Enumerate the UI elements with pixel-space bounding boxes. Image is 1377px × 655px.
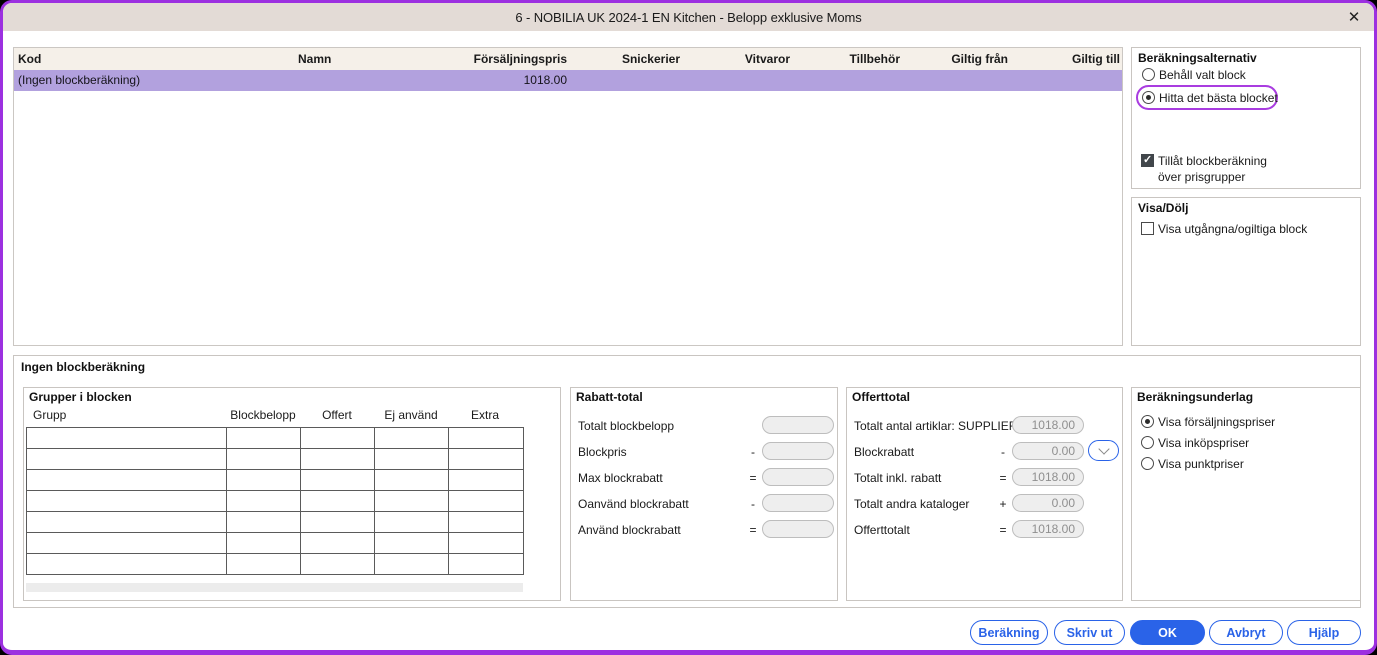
radio-icon [1141,436,1154,449]
checkbox-tillat-blockberakning[interactable]: Tillåt blockberäkning [1141,153,1267,168]
radio-icon [1141,457,1154,470]
col-header-forsaljningspris: Försäljningspris [473,52,567,66]
radio-selected-icon [1142,91,1155,104]
table-row [26,511,524,533]
checkbox-visa-utgangna[interactable]: Visa utgångna/ogiltiga block [1141,222,1307,236]
grp-col-extra: Extra [470,408,499,422]
block-list-header: Kod Namn Försäljningspris Snickerier Vit… [14,48,1122,70]
calculation-options-box: Beräkningsalternativ Behåll valt block H… [1131,47,1361,189]
close-icon[interactable]: ✕ [1344,7,1364,27]
offert-row-op: = [999,471,1007,485]
avbryt-button[interactable]: Avbryt [1209,620,1283,645]
offert-row-label: Offerttotalt [854,523,910,537]
table-row [26,553,524,575]
rabatt-row-label: Blockpris [578,445,627,459]
checkbox-unchecked-icon [1141,222,1154,235]
rabatt-row-op: - [751,445,755,459]
dialog-window: 6 - NOBILIA UK 2024-1 EN Kitchen - Belop… [0,0,1377,655]
offert-row-op: + [999,497,1007,511]
offerttotal-title: Offerttotal [852,390,910,404]
col-header-vitvaror: Vitvaror [744,52,790,66]
radio-visa-inkopspriser[interactable]: Visa inköpspriser [1141,436,1249,450]
block-list: Kod Namn Försäljningspris Snickerier Vit… [13,47,1123,346]
grp-col-offert: Offert [322,408,352,422]
title-bar: 6 - NOBILIA UK 2024-1 EN Kitchen - Belop… [3,3,1374,31]
table-row [26,490,524,512]
offert-field-totalt-inkl-rabatt: 1018.00 [1012,468,1084,486]
groups-title: Grupper i blocken [29,390,132,404]
groups-table-scrollbar[interactable] [26,583,523,592]
row-kod-value: (Ingen blockberäkning) [18,73,141,87]
radio-hitta-det-basta-blocket[interactable]: Hitta det bästa blocket [1142,91,1278,105]
grp-col-blockbelopp: Blockbelopp [230,408,296,422]
col-header-giltig-till: Giltig till [1072,52,1120,66]
col-header-giltig-fran: Giltig från [951,52,1008,66]
rabatt-field-anvand-blockrabatt [762,520,834,538]
rabatt-row-op: = [749,523,757,537]
grp-col-ej-anvand: Ej använd [384,408,438,422]
dialog-title: 6 - NOBILIA UK 2024-1 EN Kitchen - Belop… [515,9,862,25]
table-row [26,469,524,491]
show-hide-title: Visa/Dölj [1138,201,1189,215]
col-header-tillbehor: Tillbehör [849,52,900,66]
offert-field-blockrabatt: 0.00 [1012,442,1084,460]
rabatt-row-label: Max blockrabatt [578,471,663,485]
checkbox-checked-icon [1141,153,1154,167]
offert-field-offerttotalt: 1018.00 [1012,520,1084,538]
rabatt-field-totalt-blockbelopp [762,416,834,434]
rabatt-total-title: Rabatt-total [576,390,643,404]
table-row [26,532,524,554]
offert-field-totalt-andra-kataloger: 0.00 [1012,494,1084,512]
row-price-value: 1018.00 [523,73,567,87]
calculation-basis-title: Beräkningsunderlag [1137,390,1254,404]
table-row [26,427,524,449]
no-block-section-title: Ingen blockberäkning [21,360,146,374]
show-hide-box: Visa/Dölj Visa utgångna/ogiltiga block [1131,197,1361,346]
offert-row-label: Totalt andra kataloger [854,497,970,511]
rabatt-row-label: Använd blockrabatt [578,523,681,537]
offert-row-op: = [999,523,1007,537]
radio-visa-forsaljningspriser[interactable]: Visa försäljningspriser [1141,415,1275,429]
offert-row-op: - [1001,445,1005,459]
rabatt-field-blockpris [762,442,834,460]
radio-visa-punktpriser[interactable]: Visa punktpriser [1141,457,1244,471]
table-row [26,448,524,470]
checkbox-label-line2: över prisgrupper [1158,170,1246,184]
col-header-snickerier: Snickerier [621,52,680,66]
rabatt-row-label: Totalt blockbelopp [578,419,675,433]
rabatt-row-op: = [749,471,757,485]
blockrabatt-dropdown-button[interactable] [1088,440,1119,461]
rabatt-field-oanvand-blockrabatt [762,494,834,512]
offert-row-label: Blockrabatt [854,445,915,459]
ok-button[interactable]: OK [1130,620,1205,645]
block-list-row-selected[interactable]: (Ingen blockberäkning) 1018.00 [14,70,1122,91]
radio-selected-icon [1141,415,1154,428]
offert-row-label: Totalt inkl. rabatt [854,471,942,485]
hjalp-button[interactable]: Hjälp [1287,620,1361,645]
skriv-ut-button[interactable]: Skriv ut [1054,620,1125,645]
offert-row-label: Totalt antal artiklar: SUPPLIER [854,419,1018,433]
offert-field-totalt-antal: 1018.00 [1012,416,1084,434]
col-header-kod: Kod [18,52,42,66]
col-header-namn: Namn [298,52,332,66]
berakning-button[interactable]: Beräkning [970,620,1048,645]
rabatt-row-op: - [751,497,755,511]
rabatt-row-label: Oanvänd blockrabatt [578,497,689,511]
calculation-options-title: Beräkningsalternativ [1138,51,1257,65]
grp-col-grupp: Grupp [33,408,67,422]
radio-behall-valt-block[interactable]: Behåll valt block [1142,68,1246,82]
rabatt-field-max-blockrabatt [762,468,834,486]
chevron-down-icon [1097,442,1110,455]
groups-table [26,427,524,575]
radio-icon [1142,68,1155,81]
